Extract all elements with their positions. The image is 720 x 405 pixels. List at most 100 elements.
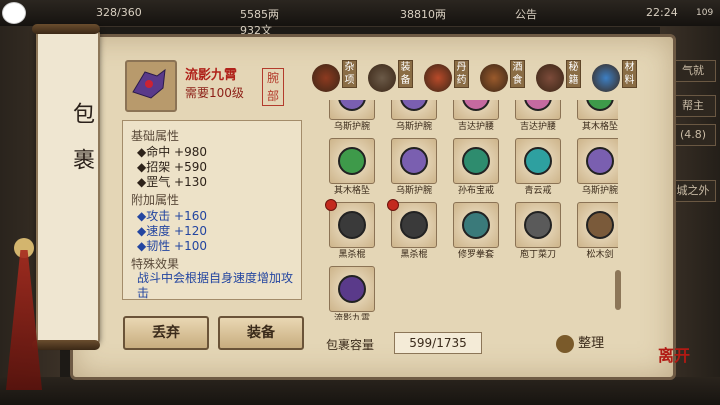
item-shape [524,147,552,175]
side-label-3: (4.8) [670,124,716,146]
item-label: 其木格坠 [581,122,618,132]
bag-title: 包裹 [69,102,94,194]
item-shape [338,147,366,175]
item-label: 吉达护腰 [457,122,494,132]
category-label: 杂项 [342,60,357,88]
item-slot[interactable]: 孙布宝戒 [452,138,500,196]
item-grid: 乌斯护腕 乌斯护腕 吉达护腰 吉达护腰 其木格坠 其木格坠 乌斯护腕 孙布宝戒 青云戒 乌斯护腕黑… [318,100,618,320]
slot-tag: 腕部 [262,68,284,106]
item-slot[interactable]: 其木格坠 [576,100,618,132]
close-icon[interactable] [2,2,26,24]
item-icon [329,138,375,184]
item-icon [329,100,375,120]
item-shape [586,100,614,111]
item-label: 其木格坠 [333,186,370,196]
discard-button[interactable]: 丢弃 [123,316,209,350]
item-slot[interactable]: 庖丁菜刀 [514,202,562,260]
item-label: 乌斯护腕 [395,186,432,196]
item-label: 庖丁菜刀 [519,250,556,260]
pot-icon [312,64,340,92]
item-label: 黑杀棍 [400,250,428,260]
category-tabs: 杂项 装备 丹药 酒食 秘籍 材料 [312,58,664,98]
extra-attr: ◆韧性 +100 [137,239,208,253]
item-shape [586,147,614,175]
background-bottom-bar [0,377,720,405]
category-tab[interactable]: 杂项 [312,58,358,98]
item-label: 孙布宝戒 [457,186,494,196]
pill-icon [424,64,452,92]
item-icon [515,100,561,120]
category-label: 装备 [398,60,413,88]
category-label: 酒食 [510,60,525,88]
leave-button[interactable]: 离开 [658,342,692,376]
item-icon [329,266,375,312]
item-icon [453,202,499,248]
item-icon [577,138,618,184]
special-text: 战斗中会根据自身速度增加攻击 [137,271,294,300]
item-icon [577,100,618,120]
item-icon [577,202,618,248]
item-label: 修罗拳套 [457,250,494,260]
item-slot[interactable]: 乌斯护腕 [328,100,376,132]
item-slot[interactable]: 乌斯护腕 [390,100,438,132]
item-label: 流影九霄 [333,314,370,320]
item-slot[interactable]: 吉达护腰 [452,100,500,132]
sort-button[interactable]: 整理 [556,332,616,356]
item-label: 乌斯护腕 [333,122,370,132]
item-label: 吉达护腰 [519,122,556,132]
category-tab[interactable]: 丹药 [424,58,470,98]
book-icon [536,64,564,92]
category-label: 秘籍 [566,60,581,88]
item-requirement: 需要100级 [185,86,244,100]
item-shape [400,100,428,111]
item-slot[interactable]: 修罗拳套 [452,202,500,260]
side-label-4[interactable]: 城之外 [670,180,716,202]
item-icon [515,202,561,248]
item-shape [586,211,614,239]
gem-marker-icon [325,199,337,211]
item-slot[interactable]: 流影九霄 [328,266,376,320]
item-slot[interactable]: 其木格坠 [328,138,376,196]
grid-scrollbar[interactable] [615,270,621,310]
category-tab[interactable]: 秘籍 [536,58,582,98]
item-stats-box: 基础属性 ◆命中 +980 ◆招架 +590 ◆罡气 +130 附加属性 ◆攻击… [122,120,302,300]
item-label: 乌斯护腕 [395,122,432,132]
item-label: 乌斯护腕 [581,186,618,196]
item-slot[interactable]: 青云戒 [514,138,562,196]
item-shape [400,147,428,175]
equip-button[interactable]: 装备 [218,316,304,350]
capacity-area: 包裹容量 599/1735 [326,332,482,354]
item-slot[interactable]: 黑杀棍 [325,199,376,260]
category-tab[interactable]: 材料 [592,58,638,98]
item-slot[interactable]: 松木剑 [576,202,618,260]
title-scroll: 包裹 [32,24,100,350]
item-icon [453,138,499,184]
item-shape [338,275,366,303]
item-icon [391,202,437,248]
item-slot[interactable]: 吉达护腰 [514,100,562,132]
item-icon [329,202,375,248]
sort-bag-icon [556,334,574,353]
item-icon [515,138,561,184]
base-attrs-header: 基础属性 [131,129,180,143]
item-shape [524,211,552,239]
item-slot[interactable]: 黑杀棍 [387,199,438,260]
top-status-bar: 328/360 5585两932文 38810两 公告 22:24 109 [0,0,720,37]
capacity-label: 包裹容量 [326,338,375,352]
item-icon [391,138,437,184]
side-label-1[interactable]: 气就 [670,60,716,82]
wine-jar-icon [480,64,508,92]
item-shape [462,100,490,111]
selected-item-icon [125,60,177,112]
sort-label: 整理 [578,336,605,351]
item-slot[interactable]: 乌斯护腕 [390,138,438,196]
scroll-rod-top [32,24,100,34]
category-tab[interactable]: 酒食 [480,58,526,98]
extra-attrs-header: 附加属性 [131,193,180,207]
item-shape [400,211,428,239]
item-slot[interactable]: 乌斯护腕 [576,138,618,196]
item-icon [453,100,499,120]
side-label-2[interactable]: 帮主 [670,95,716,117]
scroll-rod-bottom [32,340,100,350]
category-tab[interactable]: 装备 [368,58,414,98]
